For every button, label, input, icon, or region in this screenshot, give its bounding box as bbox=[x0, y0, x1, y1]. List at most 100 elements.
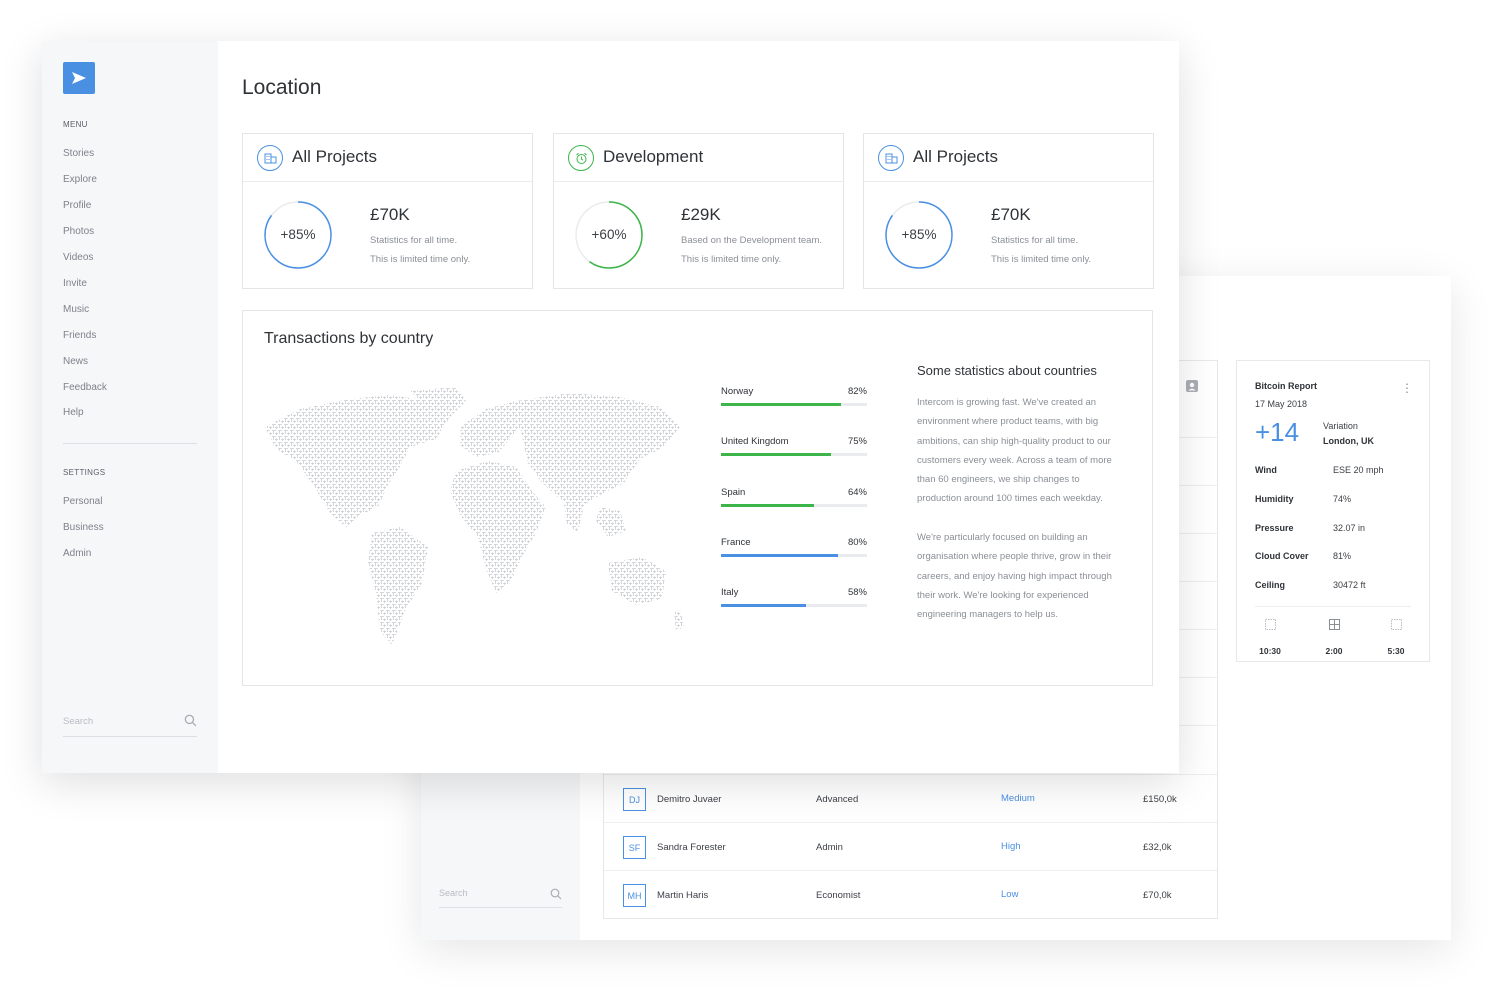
card-amount: £70K bbox=[370, 205, 410, 224]
stats-paragraph-2: We're particularly focused on building a… bbox=[917, 528, 1129, 624]
menu-section-label: MENU bbox=[63, 120, 88, 129]
report-value: 74% bbox=[1333, 494, 1352, 504]
card-amount: £29K bbox=[681, 205, 721, 224]
page-title: Location bbox=[242, 76, 322, 99]
stats-line: careers, and enjoy having high impact th… bbox=[917, 570, 1112, 582]
card-title: Development bbox=[603, 147, 704, 166]
row-name: Martin Haris bbox=[657, 890, 709, 901]
app-logo[interactable] bbox=[63, 62, 95, 94]
stat-card-development: Development +60% £29K Based on the Devel… bbox=[553, 133, 844, 289]
progress-fill bbox=[721, 453, 831, 456]
progress-fill bbox=[721, 554, 838, 557]
country-name: United Kingdom bbox=[721, 436, 789, 447]
back-search-placeholder: Search bbox=[439, 888, 468, 898]
report-key: Wind bbox=[1255, 465, 1277, 475]
country-bar-norway: Norway 82% bbox=[721, 386, 867, 410]
report-key: Cloud Cover bbox=[1255, 551, 1309, 561]
stats-line: ambitions, can ship high-quality product… bbox=[917, 435, 1111, 447]
sidebar-item-stories[interactable]: Stories bbox=[63, 148, 94, 159]
report-row-wind: Wind ESE 20 mph bbox=[1255, 465, 1415, 479]
time-slot[interactable]: 10:30 bbox=[1250, 617, 1290, 659]
country-percent: 80% bbox=[847, 537, 867, 548]
country-name: Spain bbox=[721, 487, 746, 498]
row-role: Economist bbox=[816, 890, 861, 901]
stats-line: Intercom is growing fast. We've created … bbox=[917, 397, 1097, 408]
card-title: All Projects bbox=[292, 147, 378, 166]
row-priority[interactable]: Low bbox=[1001, 889, 1018, 900]
country-bar-france: France 80% bbox=[721, 537, 867, 561]
transactions-panel: Transactions by country Norway 82% Unite… bbox=[242, 310, 1153, 686]
search-placeholder: Search bbox=[63, 716, 94, 727]
time-label: 2:00 bbox=[1325, 646, 1343, 656]
card-description: Based on the Development team. bbox=[681, 235, 823, 246]
card-description: This is limited time only. bbox=[991, 254, 1092, 265]
progress-percent: +85% bbox=[280, 227, 316, 242]
country-bar-united-kingdom: United Kingdom 75% bbox=[721, 436, 867, 460]
country-name: Italy bbox=[721, 587, 739, 598]
settings-section-label: SETTINGS bbox=[63, 468, 106, 477]
row-name: Sandra Forester bbox=[657, 842, 726, 853]
time-slot[interactable]: 2:00 bbox=[1314, 617, 1354, 659]
sidebar-item-admin[interactable]: Admin bbox=[63, 548, 91, 559]
card-description: Statistics for all time. bbox=[991, 235, 1079, 246]
report-key: Pressure bbox=[1255, 523, 1294, 533]
table-row[interactable]: DJ Demitro Juvaer Advanced Medium £150,0… bbox=[604, 774, 1217, 822]
report-value: ESE 20 mph bbox=[1333, 465, 1384, 475]
time-label: 5:30 bbox=[1387, 646, 1405, 656]
progress-track bbox=[721, 504, 867, 507]
sidebar-item-friends[interactable]: Friends bbox=[63, 330, 96, 341]
row-amount: £32,0k bbox=[1143, 842, 1172, 853]
row-name: Demitro Juvaer bbox=[657, 794, 722, 805]
report-value: 81% bbox=[1333, 551, 1352, 561]
row-role: Advanced bbox=[816, 794, 859, 805]
contact-card-icon[interactable] bbox=[1185, 379, 1199, 398]
sidebar-search-input[interactable]: Search bbox=[63, 712, 197, 737]
sidebar-item-invite[interactable]: Invite bbox=[63, 278, 87, 289]
sidebar-item-news[interactable]: News bbox=[63, 356, 88, 367]
search-icon[interactable] bbox=[184, 714, 197, 732]
sidebar-item-photos[interactable]: Photos bbox=[63, 226, 94, 237]
table-row[interactable]: MH Martin Haris Economist Low £70,0k bbox=[604, 870, 1217, 918]
progress-track bbox=[721, 453, 867, 456]
sidebar-item-help[interactable]: Help bbox=[63, 407, 84, 418]
time-slot[interactable]: 5:30 bbox=[1376, 617, 1416, 659]
stats-line: customers every week. Across a team of m… bbox=[917, 454, 1112, 466]
sidebar-item-explore[interactable]: Explore bbox=[63, 174, 97, 185]
send-arrow-icon bbox=[72, 72, 86, 84]
stats-line: than 60 engineers, we ship changes to bbox=[917, 474, 1080, 486]
report-value: 30472 ft bbox=[1333, 580, 1366, 590]
sidebar-item-business[interactable]: Business bbox=[63, 522, 104, 533]
progress-percent: +85% bbox=[901, 227, 937, 242]
card-amount: £70K bbox=[991, 205, 1031, 224]
card-header: All Projects bbox=[243, 134, 532, 182]
card-title: All Projects bbox=[913, 147, 999, 166]
front-window: MENU Stories Explore Profile Photos Vide… bbox=[42, 41, 1179, 773]
report-big-value: +14 bbox=[1255, 417, 1300, 447]
sidebar-item-profile[interactable]: Profile bbox=[63, 200, 91, 211]
card-description: This is limited time only. bbox=[370, 254, 471, 265]
report-row-humidity: Humidity 74% bbox=[1255, 494, 1415, 508]
avatar: SF bbox=[623, 836, 646, 859]
sidebar-item-personal[interactable]: Personal bbox=[63, 496, 102, 507]
table-row[interactable]: SF Sandra Forester Admin High £32,0k bbox=[604, 822, 1217, 870]
row-priority[interactable]: Medium bbox=[1001, 793, 1035, 804]
report-location: London, UK bbox=[1323, 436, 1374, 446]
row-priority[interactable]: High bbox=[1001, 841, 1021, 852]
progress-percent: +60% bbox=[591, 227, 627, 242]
report-key: Humidity bbox=[1255, 494, 1294, 504]
progress-fill bbox=[721, 604, 806, 607]
row-amount: £150,0k bbox=[1143, 794, 1177, 805]
more-vertical-icon[interactable]: ⋮ bbox=[1401, 381, 1413, 395]
sidebar-item-videos[interactable]: Videos bbox=[63, 252, 93, 263]
search-icon[interactable] bbox=[550, 887, 562, 905]
screenshot-stage: Search DJ Demitro Juvaer Advanced Medium bbox=[0, 0, 1500, 991]
back-search-input[interactable]: Search bbox=[439, 884, 562, 908]
grid-dots-icon bbox=[1376, 617, 1416, 635]
sidebar-item-music[interactable]: Music bbox=[63, 304, 89, 315]
panel-title: Transactions by country bbox=[264, 330, 434, 347]
alarm-clock-icon bbox=[568, 145, 594, 171]
sidebar-item-feedback[interactable]: Feedback bbox=[63, 382, 107, 393]
card-description: This is limited time only. bbox=[681, 254, 782, 265]
country-bar-spain: Spain 64% bbox=[721, 487, 867, 511]
report-row-ceiling: Ceiling 30472 ft bbox=[1255, 580, 1415, 594]
